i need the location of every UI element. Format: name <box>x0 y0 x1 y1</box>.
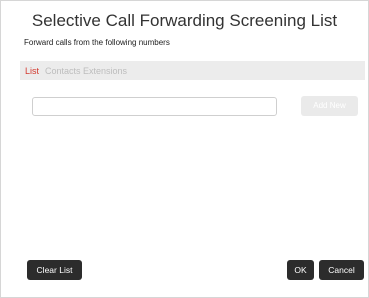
clear-list-button[interactable]: Clear List <box>27 260 82 280</box>
number-input[interactable] <box>32 97 277 116</box>
tab-contacts[interactable]: Contacts <box>45 66 81 76</box>
add-new-button[interactable]: Add New <box>301 96 358 116</box>
cancel-button[interactable]: Cancel <box>319 260 364 280</box>
tab-extensions[interactable]: Extensions <box>83 66 127 76</box>
dialog-subtitle: Forward calls from the following numbers <box>24 38 170 47</box>
screening-list-dialog: Selective Call Forwarding Screening List… <box>0 0 369 298</box>
ok-button[interactable]: OK <box>287 260 314 280</box>
tab-bar: List Contacts Extensions <box>20 61 365 80</box>
tab-list[interactable]: List <box>25 66 39 76</box>
dialog-title: Selective Call Forwarding Screening List <box>31 11 338 30</box>
